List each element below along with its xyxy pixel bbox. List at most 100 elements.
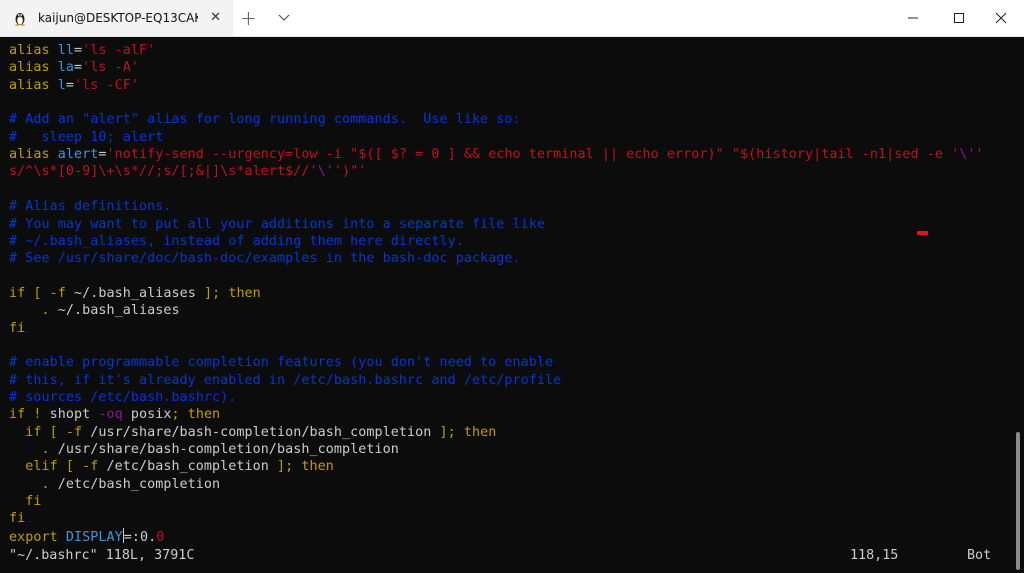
maximize-button[interactable]: [936, 0, 982, 36]
code-token: export: [9, 529, 66, 545]
code-token: l: [57, 77, 66, 93]
editor-line: # See /usr/share/doc/bash-doc/examples i…: [9, 250, 521, 267]
status-cursor-position: 118,15: [850, 548, 899, 563]
chevron-down-icon[interactable]: [276, 9, 292, 25]
code-token: ; then: [171, 407, 221, 423]
code-token: alias: [9, 77, 58, 93]
terminal-tab[interactable]: kaijun@DESKTOP-EQ13CAK: /m ✕: [0, 0, 233, 36]
tab-close-icon[interactable]: ✕: [210, 11, 221, 25]
editor-line: alias l='ls -CF': [9, 77, 139, 94]
code-token: 'notify-send --urgency=low -i "$([ $? = …: [106, 147, 960, 163]
code-token: fi: [9, 320, 26, 336]
editor-line: elif [ -f /etc/bash_completion ]; then: [9, 458, 334, 475]
status-file-info: "~/.bashrc" 118L, 3791C: [9, 548, 195, 563]
code-token: ~/.bash_aliases: [49, 303, 180, 319]
title-bar: kaijun@DESKTOP-EQ13CAK: /m ✕ +: [0, 0, 1024, 37]
code-token: .: [41, 303, 50, 319]
code-token: ~/.bash_aliases: [65, 285, 204, 301]
linux-penguin-icon: [15, 13, 25, 26]
code-token: alias: [9, 60, 58, 76]
editor-line: if [ -f ~/.bash_aliases ]; then: [9, 285, 261, 302]
code-token: ]; then: [277, 459, 334, 475]
code-token: ')"': [333, 164, 367, 180]
tab-title: kaijun@DESKTOP-EQ13CAK: /m: [38, 11, 198, 25]
editor-line: export DISPLAY=:0.0: [9, 527, 165, 545]
code-token: ]; then: [203, 285, 261, 301]
editor-line: # sleep 10; alert: [9, 129, 163, 146]
status-scroll-position: Bot: [967, 548, 992, 563]
editor-line: alias la='ls -A': [9, 59, 139, 76]
code-token: # Alias definitions.: [9, 199, 172, 215]
code-token: /usr/share/bash-completion/bash_completi…: [57, 442, 399, 458]
code-token: la: [57, 60, 74, 76]
editor-line: alias ll='ls -alF': [9, 42, 155, 59]
editor-line: if ! shopt -oq posix; then: [9, 406, 220, 423]
code-token: # enable programmable completion feature…: [9, 355, 554, 371]
code-token: 'ls -A': [82, 60, 139, 76]
code-token: =: [65, 77, 74, 93]
code-token: alias: [9, 43, 58, 58]
code-token: -oq: [98, 407, 123, 423]
code-token: s/^\s*[0-9]\+\s*//;s/[;&|]\s*alert$//: [9, 164, 310, 180]
editor-line: # Add an "alert" alias for long running …: [9, 111, 521, 128]
code-token: if !: [9, 407, 50, 423]
code-token: # ~/.bash_aliases, instead of adding the…: [9, 233, 464, 249]
code-token: 0: [156, 529, 165, 545]
editor-line: if [ -f /usr/share/bash-completion/bash_…: [9, 424, 496, 441]
minimize-button[interactable]: [890, 0, 936, 36]
code-token: # this, if it's already enabled in /etc/…: [9, 372, 562, 388]
code-token: elif [ -f: [9, 459, 107, 475]
code-token: [: [33, 285, 50, 301]
editor-line: # Alias definitions.: [9, 198, 171, 215]
code-token: shopt: [49, 407, 99, 423]
editor-line: # enable programmable completion feature…: [9, 354, 553, 371]
editor-line: fi: [9, 320, 25, 337]
terminal-editor[interactable]: alias ll='ls -alF' alias la='ls -A' alias …: [0, 37, 1012, 573]
code-token: ': [975, 147, 984, 163]
editor-line: fi: [9, 510, 25, 527]
editor-line: . ~/.bash_aliases: [9, 302, 180, 319]
editor-line: fi: [9, 493, 42, 510]
code-token: if [ -f: [9, 424, 91, 440]
code-token: 'ls -alF': [82, 43, 156, 58]
editor-line: s/^\s*[0-9]\+\s*//;s/[;&|]\s*alert$//'\'…: [9, 163, 366, 180]
editor-line: # ~/.bash_aliases, instead of adding the…: [9, 233, 464, 250]
code-token: alert: [57, 147, 99, 163]
editor-line: . /usr/share/bash-completion/bash_comple…: [9, 441, 399, 458]
code-token: alias: [9, 147, 58, 163]
close-button[interactable]: [978, 0, 1024, 36]
code-token: /etc/bash_completion: [106, 459, 278, 475]
scrollbar-thumb[interactable]: [1016, 432, 1020, 570]
code-token: # sources /etc/bash.bashrc).: [9, 390, 237, 405]
code-token: .: [9, 442, 58, 458]
editor-line: # sources /etc/bash.bashrc).: [9, 389, 236, 406]
code-token: \': [317, 164, 334, 180]
code-token: # Add an "alert" alias for long running …: [9, 112, 521, 128]
code-token: =:0.: [123, 529, 157, 545]
code-token: =: [73, 43, 83, 58]
minimize-icon: [908, 17, 918, 19]
editor-line: . /etc/bash_completion: [9, 476, 220, 493]
code-token: DISPLAY: [65, 529, 123, 545]
editor-line: alias alert='notify-send --urgency=low -…: [9, 146, 984, 163]
code-token: ': [309, 164, 318, 180]
code-token: # sleep 10; alert: [9, 129, 164, 145]
code-token: .: [9, 476, 58, 492]
code-token: ll: [57, 43, 74, 58]
code-token: =: [73, 60, 83, 76]
editor-line: # this, if it's already enabled in /etc/…: [9, 372, 561, 389]
code-token: 'ls -CF': [73, 77, 139, 93]
code-token: fi: [9, 494, 42, 510]
editor-line: # You may want to put all your additions…: [9, 216, 545, 233]
code-token: /usr/share/bash-completion/bash_completi…: [90, 424, 440, 440]
code-token: ]; then: [439, 424, 497, 440]
code-token: fi: [9, 511, 26, 527]
code-token: /etc/bash_completion: [57, 476, 221, 492]
code-token: \': [959, 147, 976, 163]
code-token: -f: [49, 285, 66, 301]
maximize-icon: [954, 13, 964, 23]
close-icon: [995, 12, 1007, 24]
new-tab-button[interactable]: +: [240, 8, 257, 28]
code-token: if: [9, 285, 34, 301]
